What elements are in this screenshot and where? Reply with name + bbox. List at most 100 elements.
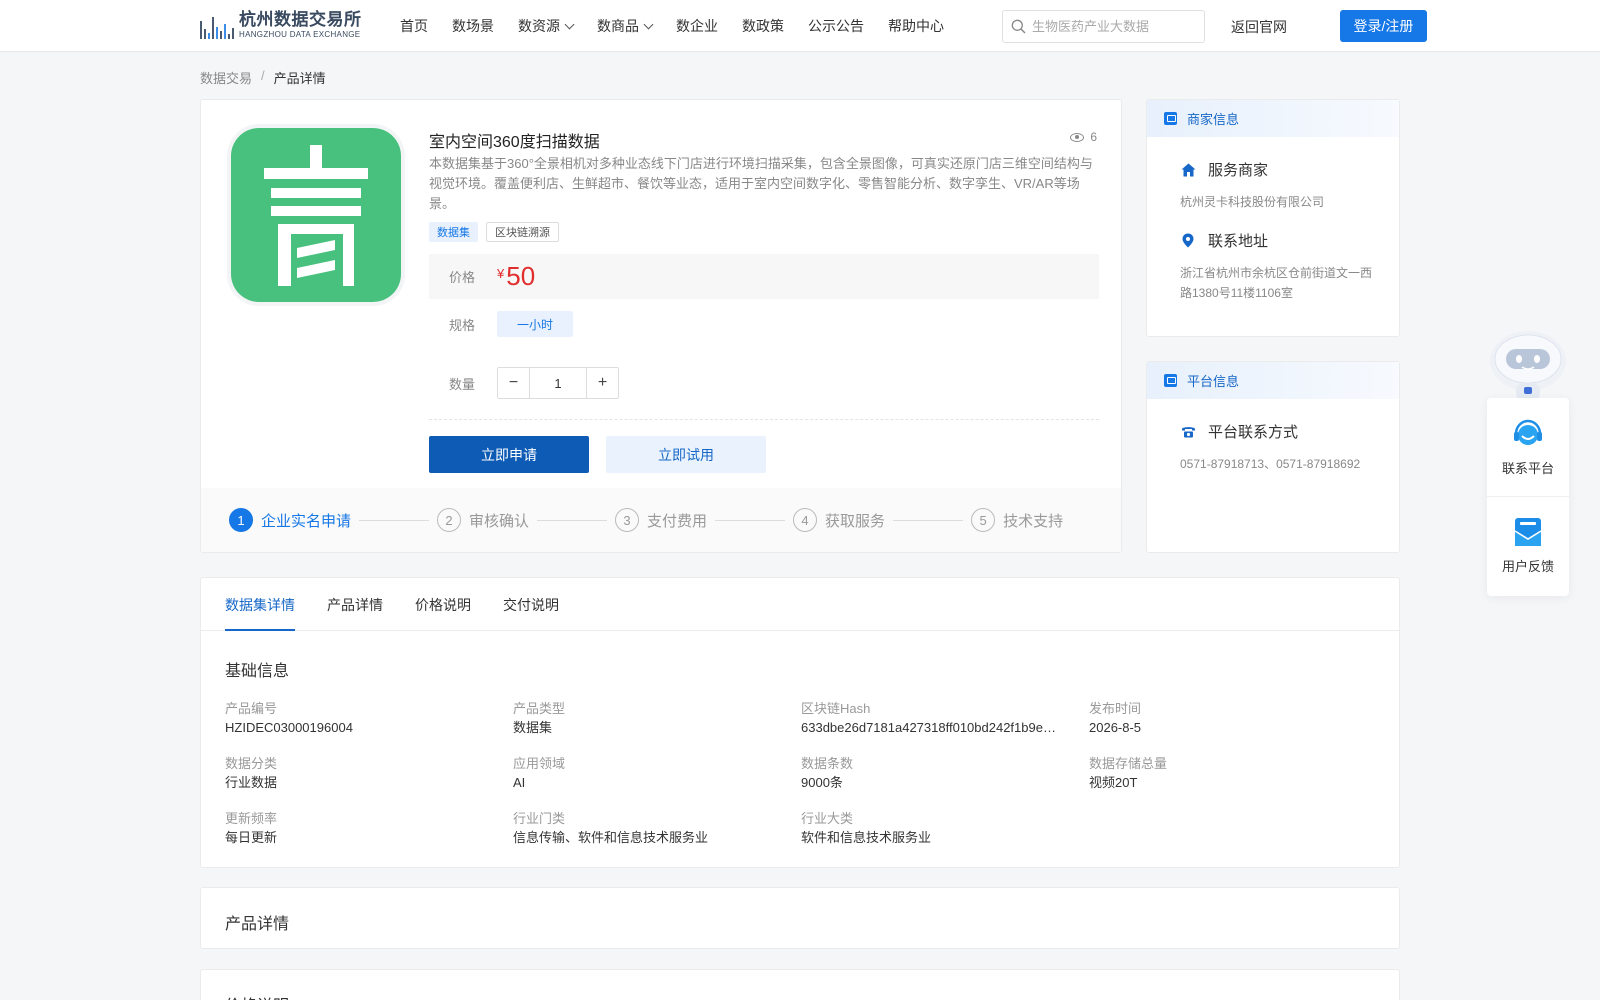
- step-label: 获取服务: [825, 512, 886, 530]
- nav-help[interactable]: 帮助中心: [888, 16, 944, 36]
- search-box[interactable]: [1002, 10, 1205, 43]
- view-count-value: 6: [1090, 130, 1097, 144]
- home-icon: [1180, 162, 1196, 178]
- basic-info-title: 基础信息: [225, 663, 290, 680]
- step-label: 技术支持: [1003, 512, 1064, 530]
- product-card: 室内空间360度扫描数据 6 本数据集基于360°全景相机对多种业态线下门店进行…: [200, 99, 1122, 553]
- price-description-section: 价格说明: [200, 969, 1400, 1000]
- nav-policies[interactable]: 数政策: [742, 16, 784, 36]
- contact-platform-button[interactable]: 联系平台: [1487, 398, 1569, 496]
- field-industry-sector: 行业门类 信息传输、软件和信息技术服务业: [513, 811, 709, 845]
- product-image: [231, 128, 401, 302]
- top-header: 杭州数据交易所 HANGZHOU DATA EXCHANGE 首页 数场景 数资…: [0, 0, 1600, 52]
- spec-option-one-hour[interactable]: 一小时: [497, 311, 574, 337]
- step-label: 审核确认: [469, 512, 530, 530]
- customer-service-icon: [1514, 419, 1542, 445]
- quantity-input[interactable]: 1: [529, 368, 587, 398]
- dataset-details-card: 数据集详情 产品详情 价格说明 交付说明 基础信息 产品编号 HZIDEC0300…: [200, 577, 1400, 868]
- site-logo[interactable]: 杭州数据交易所 HANGZHOU DATA EXCHANGE: [200, 9, 362, 41]
- user-feedback-button[interactable]: 用户反馈: [1487, 496, 1569, 594]
- nav-home[interactable]: 首页: [400, 16, 428, 36]
- details-tabs: 数据集详情 产品详情 价格说明 交付说明: [201, 578, 1399, 631]
- price-currency: ¥: [497, 266, 505, 281]
- tab-delivery-description[interactable]: 交付说明: [503, 578, 559, 631]
- tab-dataset-details[interactable]: 数据集详情: [225, 578, 295, 631]
- merchant-info-title: 商家信息: [1187, 112, 1240, 127]
- spec-row: 规格 一小时: [429, 311, 574, 337]
- platform-contact-title: 平台联系方式: [1208, 424, 1299, 441]
- step-connector: [537, 519, 608, 521]
- nav-resources[interactable]: 数资源: [518, 16, 575, 36]
- product-details-section: 产品详情: [200, 887, 1400, 949]
- step-number: 4: [793, 508, 818, 532]
- product-tags: 数据集 区块链溯源: [429, 222, 567, 242]
- step-number: 3: [615, 508, 640, 532]
- logo-subtitle: HANGZHOU DATA EXCHANGE: [239, 30, 361, 39]
- quantity-label: 数量: [449, 376, 476, 392]
- phone-icon: [1180, 424, 1196, 440]
- step-5: 5 技术支持: [971, 508, 1063, 532]
- field-data-category: 数据分类 行业数据: [225, 756, 278, 790]
- search-input[interactable]: [1032, 19, 1192, 34]
- step-connector: [893, 519, 964, 521]
- tab-price-description[interactable]: 价格说明: [415, 578, 471, 631]
- step-connector: [715, 519, 786, 521]
- field-update-frequency: 更新频率 每日更新: [225, 811, 278, 845]
- field-publish-date: 发布时间 2026-8-5: [1089, 701, 1142, 735]
- nav-enterprises[interactable]: 数企业: [676, 16, 718, 36]
- search-icon[interactable]: [1011, 19, 1026, 34]
- price-row: 价格 ¥ 50: [429, 254, 1099, 299]
- platform-contact-value: 0571-87918713、0571-87918692: [1180, 457, 1361, 471]
- nav-announcements[interactable]: 公示公告: [808, 16, 864, 36]
- chevron-down-icon: [564, 19, 575, 29]
- contact-address-value: 浙江省杭州市余杭区仓前街道文一西路1380号11楼1106室: [1180, 266, 1373, 300]
- nav-scenes[interactable]: 数场景: [452, 16, 494, 36]
- try-now-button[interactable]: 立即试用: [606, 436, 766, 473]
- field-storage-total: 数据存储总量 视频20T: [1089, 756, 1168, 790]
- view-count: 6: [1070, 130, 1097, 144]
- tab-product-details[interactable]: 产品详情: [327, 578, 383, 631]
- basic-info-grid: 产品编号 HZIDEC03000196004 产品类型 数据集 区块链Hash 633…: [225, 698, 1377, 849]
- product-title: 室内空间360度扫描数据: [429, 134, 600, 151]
- contact-address-title: 联系地址: [1208, 233, 1269, 250]
- eye-icon: [1070, 132, 1085, 142]
- price-description-title: 价格说明: [225, 992, 289, 1000]
- info-card-icon: [1164, 112, 1177, 125]
- platform-info-card: 平台信息 平台联系方式 0571-87918713、0571-87918692: [1146, 361, 1400, 553]
- feedback-mail-icon: [1514, 518, 1542, 546]
- tag-dataset: 数据集: [429, 222, 478, 242]
- location-pin-icon: [1180, 233, 1196, 249]
- product-details-title: 产品详情: [225, 916, 290, 933]
- user-feedback-label: 用户反馈: [1501, 559, 1554, 574]
- field-product-id: 产品编号 HZIDEC03000196004: [225, 701, 353, 735]
- breadcrumb: 数据交易 / 产品详情: [200, 68, 326, 87]
- info-card-icon: [1164, 374, 1177, 387]
- price-value: 50: [506, 261, 536, 291]
- service-merchant-value: 杭州灵卡科技股份有限公司: [1180, 195, 1325, 209]
- nav-products[interactable]: 数商品: [597, 16, 654, 36]
- platform-info-header: 平台信息: [1147, 362, 1399, 399]
- quantity-decrease-button[interactable]: −: [498, 368, 529, 398]
- breadcrumb-current: 产品详情: [273, 71, 326, 86]
- step-label: 企业实名申请: [261, 512, 352, 530]
- product-description: 本数据集基于360°全景相机对多种业态线下门店进行环境扫描采集，包含全景图像，可…: [429, 156, 1093, 211]
- contact-address-block: 联系地址 浙江省杭州市余杭区仓前街道文一西路1380号11楼1106室: [1147, 230, 1399, 303]
- logo-title: 杭州数据交易所: [239, 10, 362, 29]
- step-number: 5: [971, 508, 996, 532]
- tag-blockchain: 区块链溯源: [486, 222, 559, 242]
- breadcrumb-separator: /: [261, 68, 265, 83]
- breadcrumb-parent[interactable]: 数据交易: [200, 68, 252, 87]
- process-steps: 1 企业实名申请 2 审核确认 3 支付费用 4 获取服务 5 技术支持: [201, 488, 1121, 552]
- field-blockchain-hash: 区块链Hash 633dbe26d7181a427318ff010bd242f1b…: [801, 701, 1056, 735]
- step-3: 3 支付费用: [615, 508, 707, 532]
- field-product-type: 产品类型 数据集: [513, 701, 566, 735]
- step-connector: [359, 519, 430, 521]
- assistant-robot-avatar[interactable]: [1486, 323, 1570, 401]
- apply-now-button[interactable]: 立即申请: [429, 436, 589, 473]
- step-label: 支付费用: [647, 512, 708, 530]
- floating-action-panel: 联系平台 用户反馈: [1487, 398, 1569, 596]
- login-register-button[interactable]: 登录/注册: [1340, 10, 1427, 42]
- quantity-increase-button[interactable]: +: [587, 368, 618, 398]
- back-to-official-link[interactable]: 返回官网: [1231, 17, 1287, 37]
- platform-contact-block: 平台联系方式 0571-87918713、0571-87918692: [1147, 421, 1399, 474]
